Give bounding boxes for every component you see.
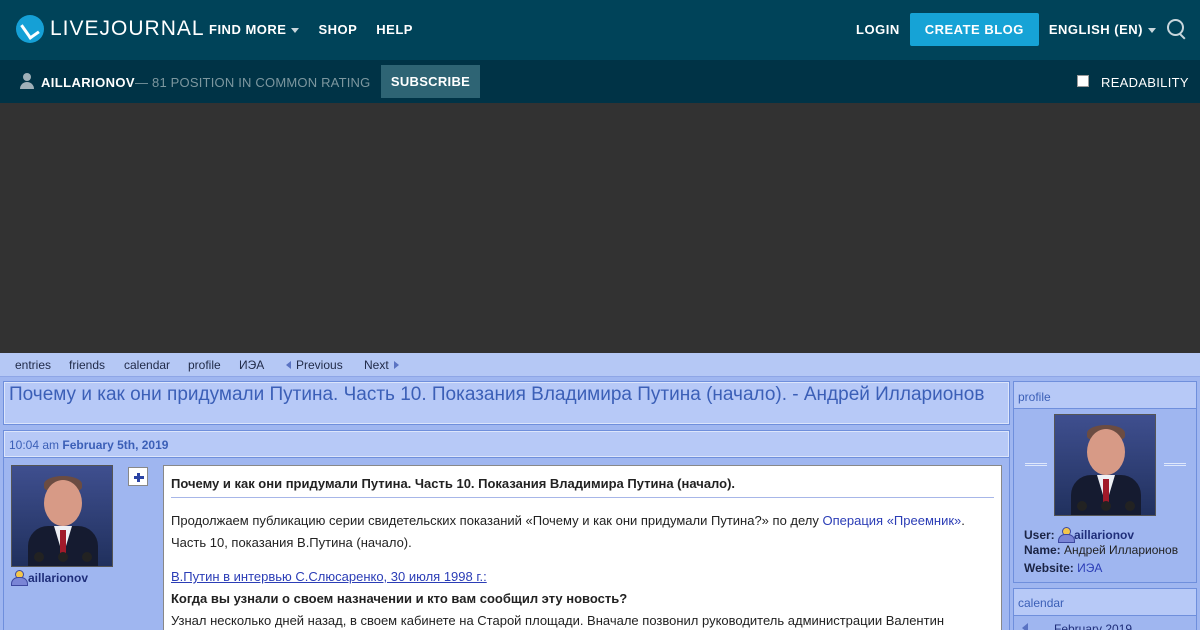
nav-find-more-label: FIND MORE: [209, 22, 287, 37]
entry-date: 10:04 am February 5th, 2019: [9, 438, 168, 452]
sidebar-profile-title[interactable]: profile: [1018, 390, 1051, 404]
sidebar-avatar-image: [1055, 415, 1155, 515]
language-selector[interactable]: ENGLISH (EN): [1049, 22, 1156, 37]
nav-shop[interactable]: SHOP: [318, 22, 357, 37]
entry-date-link[interactable]: February 5th, 2019: [62, 438, 168, 452]
subscribe-button[interactable]: SUBSCRIBE: [381, 65, 480, 98]
nav-next[interactable]: Next: [364, 358, 399, 372]
chevron-down-icon: [291, 28, 300, 34]
nav-calendar[interactable]: calendar: [124, 358, 170, 372]
user-icon: [20, 73, 34, 90]
nav-entries[interactable]: entries: [15, 358, 51, 372]
top-navigation-bar: LIVEJOURNAL FIND MORE SHOP HELP LOGIN CR…: [0, 0, 1200, 60]
sidebar-profile-header: profile: [1014, 382, 1196, 409]
name-value: Андрей Илларионов: [1064, 543, 1179, 557]
interview-question: Когда вы узнали о своем назначении и кто…: [171, 591, 628, 606]
entry-content: Почему и как они придумали Путина. Часть…: [163, 465, 1002, 630]
interview-source-link[interactable]: В.Путин в интервью С.Слюсаренко, 30 июля…: [171, 569, 487, 584]
sidebar-calendar-title[interactable]: calendar: [1018, 596, 1064, 610]
name-label: Name:: [1024, 543, 1061, 557]
entry-date-box: 10:04 am February 5th, 2019: [3, 430, 1010, 458]
page-title: Почему и как они придумали Путина. Часть…: [9, 384, 985, 405]
main-nav: FIND MORE SHOP HELP: [209, 22, 413, 37]
sidebar-avatar[interactable]: [1054, 414, 1156, 516]
sidebar-website-row: Website: ИЭА: [1024, 561, 1102, 575]
intro-line-2: Часть 10, показания В.Путина (начало).: [171, 535, 412, 550]
nav-next-label: Next: [364, 358, 389, 372]
calendar-month[interactable]: February 2019: [1054, 622, 1132, 630]
next-arrow-icon: [393, 361, 399, 369]
livejournal-logo-icon: [16, 15, 44, 43]
previous-arrow-icon: [286, 361, 291, 369]
nav-iea[interactable]: ИЭА: [239, 358, 264, 372]
account-nav: LOGIN CREATE BLOG ENGLISH (EN): [856, 13, 1188, 46]
add-to-memories-icon[interactable]: [128, 467, 148, 486]
nav-profile[interactable]: profile: [188, 358, 221, 372]
sidebar-user-row: User: aillarionov: [1024, 525, 1134, 543]
rating-text: — 81 POSITION IN COMMON RATING: [135, 75, 371, 90]
operation-successor-link[interactable]: Операция «Преемник»: [823, 513, 962, 528]
intro-text: Продолжаем публикацию серии свидетельски…: [171, 513, 823, 528]
ad-banner-area: [0, 103, 1200, 353]
language-label: ENGLISH (EN): [1048, 22, 1143, 37]
livejournal-logo[interactable]: LIVEJOURNAL: [16, 15, 205, 43]
nav-previous[interactable]: Previous: [286, 358, 343, 372]
journal-owner-name[interactable]: AILLARIONOV: [41, 75, 135, 90]
poster-avatar[interactable]: [11, 465, 113, 567]
sidebar-name-row: Name: Андрей Илларионов: [1024, 543, 1178, 557]
user-label: User:: [1024, 528, 1055, 542]
search-icon[interactable]: [1166, 18, 1188, 41]
decorative-line: [1025, 463, 1047, 466]
login-link[interactable]: LOGIN: [856, 22, 900, 37]
sidebar-calendar-header: calendar: [1014, 589, 1196, 616]
readability-checkbox[interactable]: [1077, 75, 1089, 87]
entry-heading: Почему и как они придумали Путина. Часть…: [171, 475, 994, 498]
entry-interview: В.Путин в интервью С.Слюсаренко, 30 июля…: [171, 566, 994, 630]
journal-owner-bar: AILLARIONOV — 81 POSITION IN COMMON RATI…: [0, 60, 1200, 103]
user-icon: [1058, 527, 1076, 543]
create-blog-button[interactable]: CREATE BLOG: [909, 13, 1039, 46]
poster-username[interactable]: aillarionov: [28, 571, 88, 585]
interview-answer: Узнал несколько дней назад, в своем каби…: [171, 613, 945, 628]
chevron-down-icon: [1148, 28, 1156, 34]
logo-text: LIVEJOURNAL: [50, 17, 205, 40]
intro-suffix: .: [961, 513, 965, 528]
readability-label[interactable]: READABILITY: [1101, 75, 1189, 90]
sidebar-username-link[interactable]: aillarionov: [1074, 528, 1134, 542]
journal-nav-strip: entries friends calendar profile ИЭА Pre…: [0, 353, 1200, 377]
nav-find-more[interactable]: FIND MORE: [209, 22, 300, 37]
decorative-line: [1164, 463, 1186, 466]
entry-intro: Продолжаем публикацию серии свидетельски…: [171, 510, 994, 554]
nav-previous-label: Previous: [296, 358, 343, 372]
nav-help[interactable]: HELP: [376, 22, 413, 37]
website-label: Website:: [1024, 561, 1074, 575]
calendar-previous-icon[interactable]: [1022, 623, 1028, 630]
entry-title-box: Почему и как они придумали Путина. Часть…: [3, 381, 1010, 425]
nav-friends[interactable]: friends: [69, 358, 105, 372]
website-link[interactable]: ИЭА: [1077, 561, 1102, 575]
user-icon[interactable]: [11, 570, 28, 586]
entry-time: 10:04 am: [9, 438, 60, 452]
